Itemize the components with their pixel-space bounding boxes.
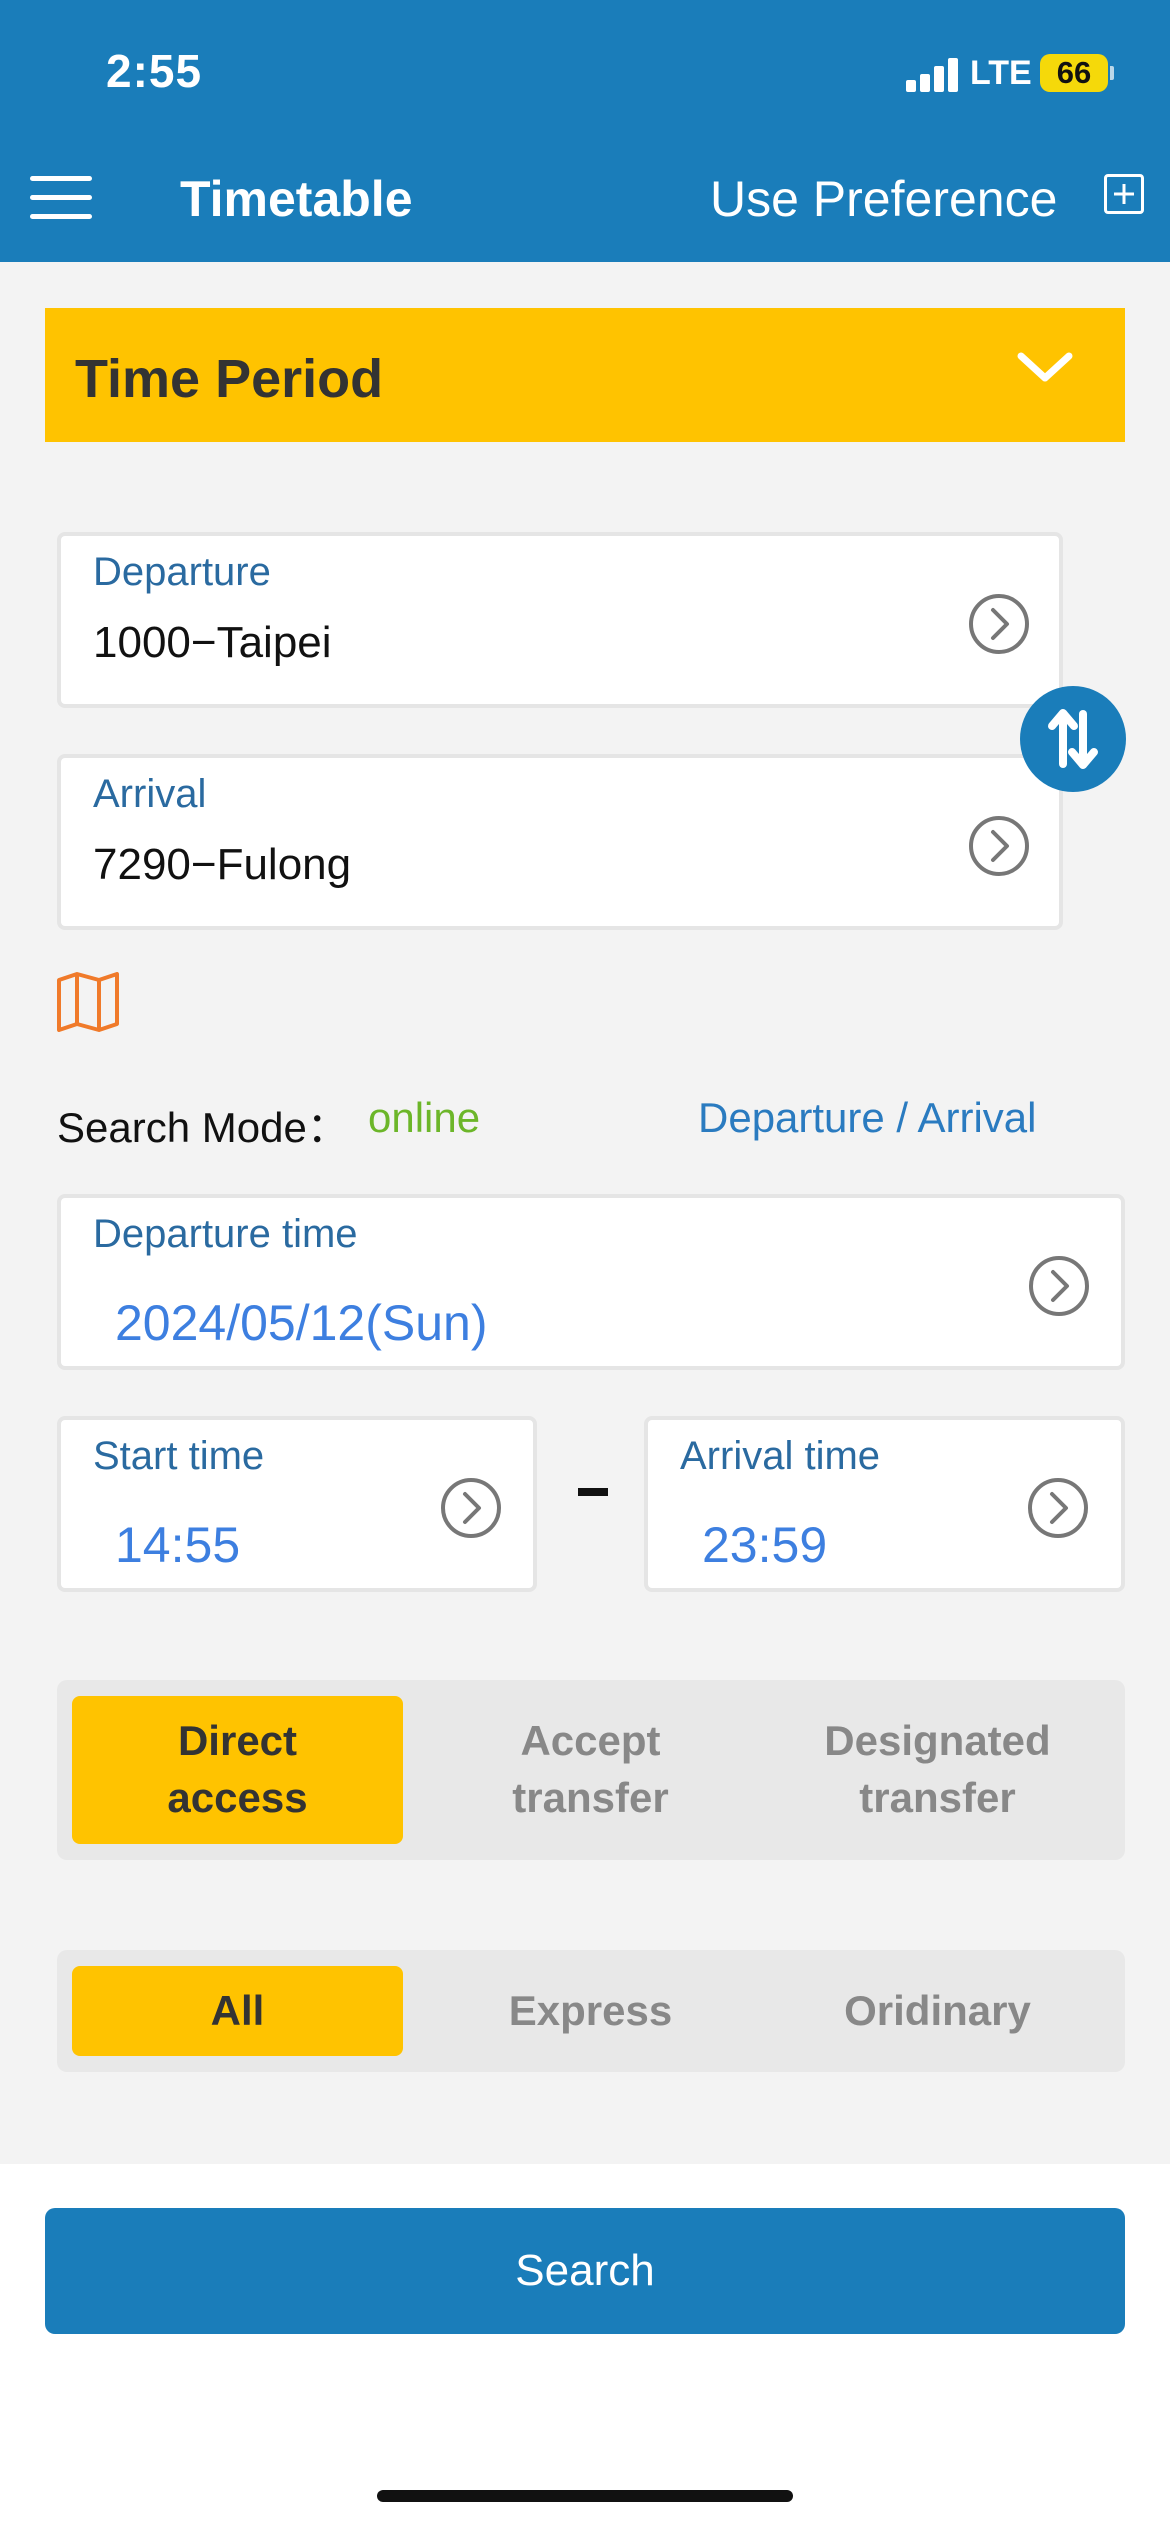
arrival-time-value: 23:59 bbox=[702, 1517, 828, 1573]
battery-icon: 66 bbox=[1040, 54, 1108, 92]
home-indicator bbox=[377, 2490, 793, 2502]
swap-stations-button[interactable] bbox=[1020, 686, 1126, 792]
option-label-line1: Accept bbox=[520, 1717, 661, 1765]
departure-label: Departure bbox=[93, 550, 271, 594]
train-type-ordinary-option[interactable]: Oridinary bbox=[772, 1966, 1103, 2056]
departure-arrival-toggle[interactable]: Departure / Arrival bbox=[698, 1094, 1036, 1142]
circle-chevron-right-icon[interactable] bbox=[439, 1476, 503, 1540]
start-time-value: 14:55 bbox=[115, 1517, 241, 1573]
option-label-line2: transfer bbox=[859, 1774, 1016, 1821]
departure-time-field[interactable]: Departure time 2024/05/12(Sun) bbox=[57, 1194, 1125, 1370]
option-label-line1: Direct bbox=[177, 1717, 298, 1765]
start-time-field[interactable]: Start time 14:55 bbox=[57, 1416, 537, 1592]
search-button[interactable]: Search bbox=[45, 2208, 1125, 2334]
page-title: Timetable bbox=[180, 171, 413, 227]
swap-vertical-icon bbox=[1048, 709, 1098, 769]
arrival-time-field[interactable]: Arrival time 23:59 bbox=[644, 1416, 1125, 1592]
status-time: 2:55 bbox=[106, 45, 203, 97]
train-type-segmented-control: All Express Oridinary bbox=[57, 1950, 1125, 2072]
option-label-line2: transfer bbox=[512, 1774, 669, 1821]
start-time-label: Start time bbox=[93, 1434, 265, 1478]
time-period-label: Time Period bbox=[75, 349, 384, 409]
battery-cap bbox=[1110, 66, 1114, 80]
add-box-icon[interactable] bbox=[1104, 174, 1144, 214]
option-label-line1: Designated bbox=[824, 1717, 1051, 1765]
train-type-express-option[interactable]: Express bbox=[425, 1966, 756, 2056]
use-preference-button[interactable]: Use Preference bbox=[710, 170, 1057, 228]
signal-icon bbox=[906, 58, 962, 92]
arrival-label: Arrival bbox=[93, 772, 207, 816]
circle-chevron-right-icon[interactable] bbox=[1027, 1254, 1091, 1318]
departure-station-field[interactable]: Departure 1000−Taipei bbox=[57, 532, 1063, 708]
search-mode-value: online bbox=[368, 1094, 481, 1141]
search-mode-label: Search Mode： bbox=[57, 1104, 349, 1151]
circle-chevron-right-icon[interactable] bbox=[967, 814, 1031, 878]
circle-chevron-right-icon[interactable] bbox=[1026, 1476, 1090, 1540]
chevron-down-icon bbox=[1017, 352, 1073, 382]
transfer-segmented-control: Direct access Accept transfer Designated tr… bbox=[57, 1680, 1125, 1860]
map-icon[interactable] bbox=[55, 972, 121, 1032]
designated-transfer-option[interactable]: Designated transfer bbox=[772, 1696, 1103, 1844]
departure-value: 1000−Taipei bbox=[93, 618, 332, 667]
arrival-station-field[interactable]: Arrival 7290−Fulong bbox=[57, 754, 1063, 930]
network-type: LTE bbox=[970, 54, 1032, 92]
time-period-toggle[interactable]: Time Period bbox=[45, 308, 1125, 442]
departure-time-label: Departure time bbox=[93, 1212, 358, 1256]
arrival-value: 7290−Fulong bbox=[93, 840, 352, 889]
option-label-line2: access bbox=[167, 1774, 308, 1821]
departure-date-value: 2024/05/12(Sun) bbox=[115, 1295, 488, 1351]
direct-access-option[interactable]: Direct access bbox=[72, 1696, 403, 1844]
accept-transfer-option[interactable]: Accept transfer bbox=[425, 1696, 756, 1844]
menu-icon[interactable] bbox=[30, 176, 92, 220]
time-range-separator bbox=[578, 1488, 608, 1496]
circle-chevron-right-icon[interactable] bbox=[967, 592, 1031, 656]
arrival-time-label: Arrival time bbox=[680, 1434, 881, 1478]
top-bar: 2:55 LTE 66 Timetable Use Preference bbox=[0, 0, 1170, 262]
train-type-all-option[interactable]: All bbox=[72, 1966, 403, 2056]
